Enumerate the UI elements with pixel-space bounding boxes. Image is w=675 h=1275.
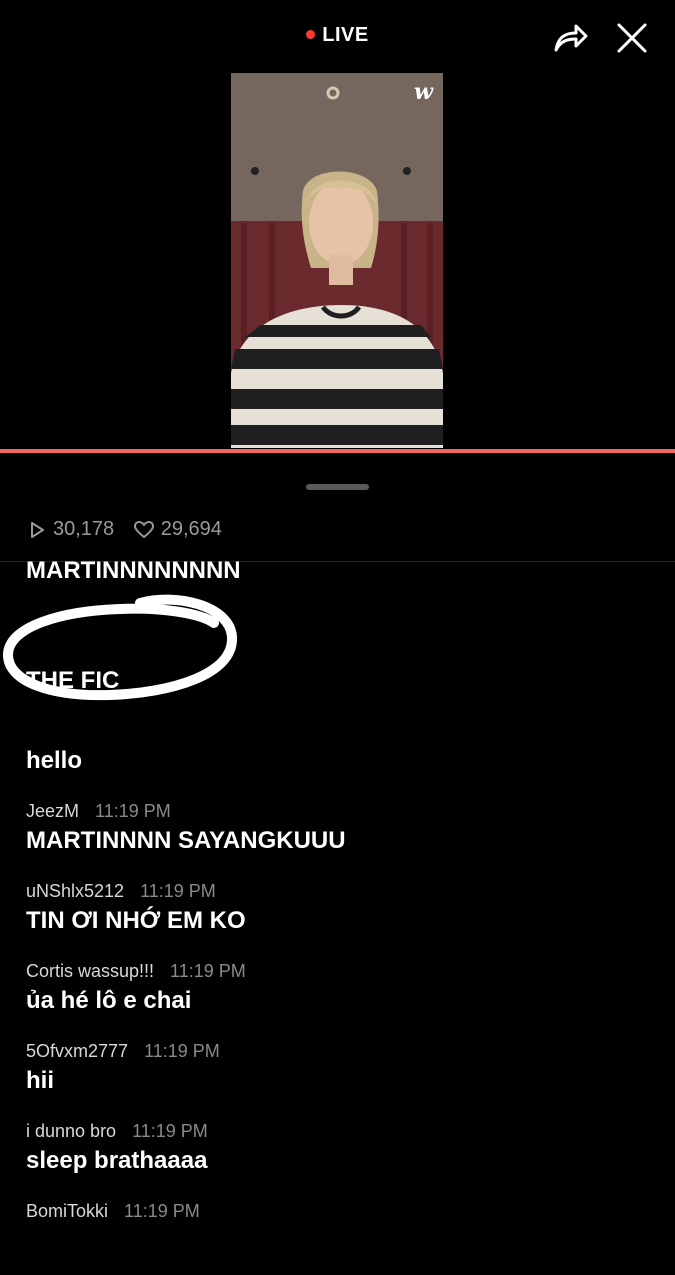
chat-message: THE FIC bbox=[26, 635, 666, 715]
message-meta: 5Ofvxm2777 11:19 PM bbox=[26, 1041, 220, 1062]
views-stat: 30,178 bbox=[28, 518, 114, 541]
likes-stat: 29,694 bbox=[133, 518, 222, 541]
message-meta: uNShlx5212 11:19 PM bbox=[26, 881, 216, 902]
close-icon bbox=[617, 23, 647, 53]
live-video[interactable]: w bbox=[231, 73, 443, 448]
chat-message: i dunno bro 11:19 PM sleep brathaaaa bbox=[26, 1115, 666, 1195]
chat-message: Cortis wassup!!! 11:19 PM ủa hé lô e chai bbox=[26, 955, 666, 1035]
live-progress-fill bbox=[0, 449, 675, 453]
chat-message: BomiTokki 11:19 PM bbox=[26, 1195, 666, 1275]
timestamp: 11:19 PM bbox=[140, 881, 216, 901]
username: BomiTokki bbox=[26, 1201, 109, 1221]
timestamp: 11:19 PM bbox=[124, 1201, 200, 1221]
close-button[interactable] bbox=[612, 18, 652, 58]
message-meta: i dunno bro 11:19 PM bbox=[26, 1121, 208, 1142]
timestamp: 11:19 PM bbox=[170, 961, 246, 981]
message-meta: JeezM 11:19 PM bbox=[26, 801, 171, 822]
username: i dunno bro bbox=[26, 1121, 117, 1141]
message-text: MARTINNNN SAYANGKUUU bbox=[26, 827, 346, 854]
live-dot-icon bbox=[306, 29, 316, 39]
video-frame bbox=[231, 73, 443, 448]
live-progress-bar bbox=[0, 449, 675, 453]
timestamp: 11:19 PM bbox=[95, 801, 171, 821]
username: Cortis wassup!!! bbox=[26, 961, 155, 981]
chat-message: JeezM 11:19 PM MARTINNNN SAYANGKUUU bbox=[26, 795, 666, 875]
drag-handle[interactable] bbox=[306, 484, 369, 490]
chat-message: uNShlx5212 11:19 PM TIN ƠI NHỚ EM KO bbox=[26, 875, 666, 955]
message-text: ủa hé lô e chai bbox=[26, 987, 192, 1014]
message-text: sleep brathaaaa bbox=[26, 1147, 208, 1174]
username: uNShlx5212 bbox=[26, 881, 125, 901]
live-label: LIVE bbox=[322, 24, 369, 46]
message-text: TIN ƠI NHỚ EM KO bbox=[26, 907, 246, 934]
weverse-watermark: w bbox=[414, 79, 433, 105]
likes-count: 29,694 bbox=[160, 518, 222, 540]
message-text: THE FIC bbox=[26, 667, 120, 694]
message-text: hii bbox=[26, 1067, 54, 1094]
message-text: hello bbox=[26, 747, 83, 774]
username: 5Ofvxm2777 bbox=[26, 1041, 129, 1061]
heart-icon bbox=[133, 520, 154, 538]
chat-message: MARTINNNNNNNN bbox=[26, 555, 666, 635]
chat-message: 5Ofvxm2777 11:19 PM hii bbox=[26, 1035, 666, 1115]
top-bar: LIVE bbox=[0, 0, 675, 72]
message-text: MARTINNNNNNNN bbox=[26, 557, 241, 584]
message-meta bbox=[26, 721, 42, 742]
views-count: 30,178 bbox=[53, 518, 115, 540]
message-meta: Cortis wassup!!! 11:19 PM bbox=[26, 961, 246, 982]
message-meta: BomiTokki 11:19 PM bbox=[26, 1201, 200, 1222]
message-meta bbox=[26, 641, 42, 662]
timestamp: 11:19 PM bbox=[132, 1121, 208, 1141]
stats-row: 30,178 29,694 bbox=[28, 518, 236, 544]
username: JeezM bbox=[26, 801, 80, 821]
share-arrow-icon bbox=[554, 24, 588, 52]
chat-list[interactable]: MARTINNNNNNNN THE FIC hello JeezM 11:19 P… bbox=[26, 555, 666, 1275]
play-icon bbox=[31, 521, 44, 538]
timestamp: 11:19 PM bbox=[144, 1041, 220, 1061]
chat-message: hello bbox=[26, 715, 666, 795]
share-button[interactable] bbox=[550, 18, 590, 58]
